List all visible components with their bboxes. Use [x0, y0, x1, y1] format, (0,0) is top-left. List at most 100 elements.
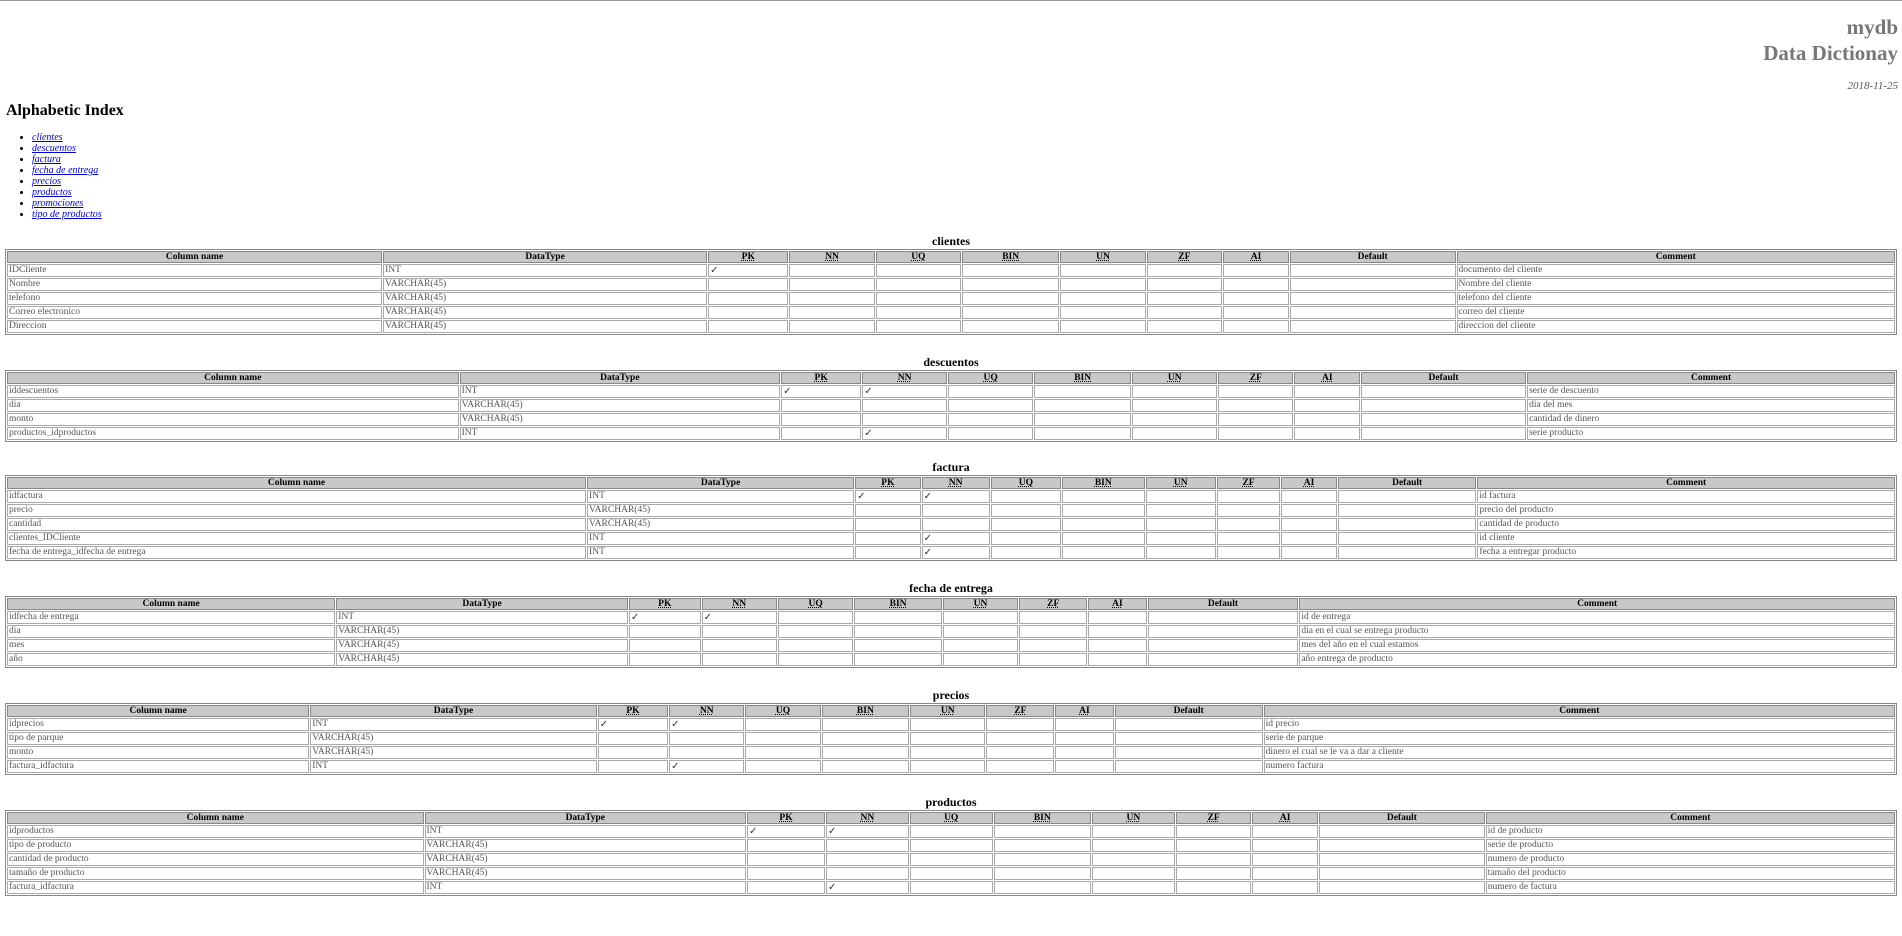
cell-column-name: iddescuentos	[7, 385, 459, 398]
cell-uq	[777, 611, 854, 624]
cell-zf	[1218, 399, 1294, 412]
cell-default	[1319, 853, 1485, 866]
cell-bin	[821, 732, 910, 745]
cell-column-name: cantidad de producto	[7, 853, 424, 866]
cell-bin	[993, 881, 1092, 894]
cell-default	[1337, 518, 1477, 531]
table-row: mes VARCHAR(45) mes del año en el cual est…	[7, 639, 1895, 652]
table-row: precio VARCHAR(45) precio del producto	[7, 504, 1895, 517]
column-header: ZF	[1146, 251, 1223, 263]
table-section: factura Column name DataType PK NN UQ BIN UN ZF A…	[5, 460, 1897, 561]
cell-uq	[948, 399, 1034, 412]
cell-un	[942, 639, 1019, 652]
cell-datatype: INT	[336, 611, 628, 624]
cell-pk	[708, 320, 789, 333]
cell-pk	[855, 532, 921, 545]
cell-column-name: tipo de parque	[7, 732, 310, 745]
cell-bin	[993, 867, 1092, 880]
column-header: NN	[701, 598, 777, 610]
cell-bin	[821, 760, 910, 773]
cell-ai	[1223, 264, 1289, 277]
cell-un	[1092, 867, 1175, 880]
cell-comment: Nombre del cliente	[1456, 278, 1895, 291]
tables-container: clientes Column name DataType PK NN UQ BIN UN ZF…	[5, 234, 1897, 896]
column-header: DataType	[383, 251, 708, 263]
cell-pk	[628, 639, 701, 652]
cell-ai	[1252, 853, 1319, 866]
cell-bin	[961, 292, 1060, 305]
cell-bin	[1034, 399, 1132, 412]
cell-comment: precio del producto	[1477, 504, 1895, 517]
cell-nn: ✓	[862, 427, 948, 440]
cell-uq	[990, 518, 1062, 531]
table-row: dia VARCHAR(45) dia en el cual se entrega …	[7, 625, 1895, 638]
column-header: Comment	[1527, 372, 1895, 384]
cell-ai	[1252, 825, 1319, 838]
table-row: Nombre VARCHAR(45) Nombre del cliente	[7, 278, 1895, 291]
index-link[interactable]: descuentos	[32, 143, 76, 154]
index-link[interactable]: fecha de entrega	[32, 165, 98, 176]
column-header: Default	[1337, 477, 1477, 489]
cell-comment: id precio	[1263, 718, 1895, 731]
cell-zf	[1175, 825, 1252, 838]
cell-uq	[990, 504, 1062, 517]
cell-nn	[789, 306, 875, 319]
index-link[interactable]: tipo de productos	[32, 209, 102, 220]
cell-column-name: factura_idfactura	[7, 760, 310, 773]
cell-uq	[948, 427, 1034, 440]
cell-un	[1132, 413, 1218, 426]
column-header: UQ	[909, 812, 993, 824]
cell-pk: ✓	[597, 718, 669, 731]
cell-comment: serie producto	[1527, 427, 1895, 440]
cell-zf	[1216, 490, 1281, 503]
column-header: DataType	[336, 598, 628, 610]
cell-datatype: INT	[587, 490, 855, 503]
cell-un	[1132, 399, 1218, 412]
cell-bin	[854, 625, 942, 638]
column-header: NN	[921, 477, 990, 489]
index-link[interactable]: factura	[32, 154, 61, 165]
cell-default	[1114, 718, 1263, 731]
cell-default	[1319, 839, 1485, 852]
cell-un	[1060, 264, 1146, 277]
cell-nn: ✓	[921, 490, 990, 503]
cell-pk	[781, 399, 862, 412]
index-link[interactable]: promociones	[32, 198, 83, 209]
cell-uq	[875, 264, 961, 277]
cell-datatype: VARCHAR(45)	[424, 853, 747, 866]
column-header: UQ	[745, 705, 821, 717]
cell-un	[1145, 504, 1216, 517]
column-header: ZF	[1175, 812, 1252, 824]
cell-datatype: VARCHAR(45)	[336, 653, 628, 666]
cell-default	[1319, 867, 1485, 880]
cell-pk	[747, 853, 825, 866]
cell-datatype: VARCHAR(45)	[459, 399, 781, 412]
index-link[interactable]: precios	[32, 176, 61, 187]
cell-uq	[990, 532, 1062, 545]
cell-un	[1092, 853, 1175, 866]
cell-uq	[745, 760, 821, 773]
cell-un	[1092, 881, 1175, 894]
cell-column-name: factura_idfactura	[7, 881, 424, 894]
index-item: productos	[32, 187, 102, 198]
table-title: clientes	[932, 234, 970, 248]
cell-nn	[825, 853, 909, 866]
cell-datatype: INT	[424, 881, 747, 894]
cell-bin	[854, 653, 942, 666]
cell-bin	[1062, 532, 1145, 545]
document-title: Data Dictionay	[1763, 41, 1898, 65]
column-header: BIN	[961, 251, 1060, 263]
cell-uq	[909, 867, 993, 880]
table-section: productos Column name DataType PK NN UQ BIN UN Z…	[5, 795, 1897, 896]
cell-datatype: INT	[310, 718, 597, 731]
column-header: Default	[1319, 812, 1485, 824]
cell-comment: id de entrega	[1299, 611, 1895, 624]
cell-column-name: cantidad	[7, 518, 587, 531]
cell-ai	[1294, 399, 1361, 412]
index-link[interactable]: productos	[32, 187, 72, 198]
dictionary-table: Column name DataType PK NN UQ BIN UN ZF AI Defaul…	[5, 370, 1897, 442]
column-header: PK	[597, 705, 669, 717]
index-link[interactable]: clientes	[32, 132, 63, 143]
table-title: descuentos	[923, 355, 979, 369]
cell-nn	[701, 625, 777, 638]
